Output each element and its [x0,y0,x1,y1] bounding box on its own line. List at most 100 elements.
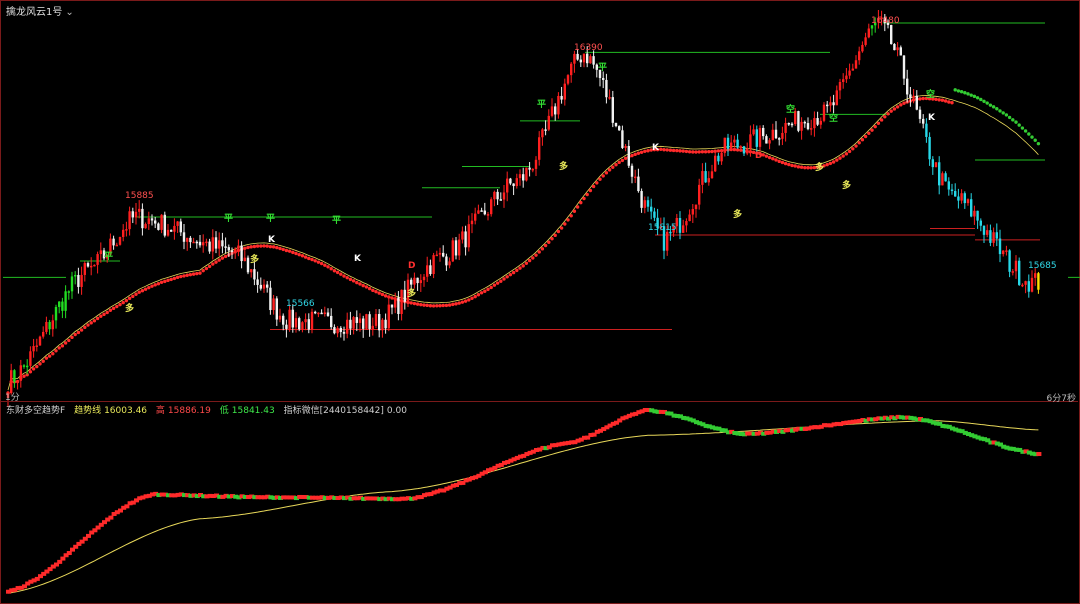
candle-body [691,209,694,215]
trend-dot [662,148,666,152]
trend-dot [515,268,519,273]
candle-body [186,237,189,242]
candle-body [694,204,698,210]
candle-body [525,167,528,181]
candle-body [512,183,515,187]
trend-dot [511,270,516,275]
candle-body [701,171,704,185]
candle-body [1034,273,1037,278]
candle-body [826,104,829,107]
candle-body [806,123,810,130]
trend-dot [831,160,836,164]
trend-dot [47,354,52,358]
wechat-readout: 指标微信[2440158442] 0.00 [284,406,407,416]
trend-dot [595,181,599,185]
trend-dot [918,97,922,101]
trend-dot [287,249,292,253]
trend-dot [249,245,253,249]
trend-dot [556,229,561,234]
high-readout: 高 15886.19 [156,406,211,416]
trend-dot [79,328,84,332]
candle-body [832,102,835,106]
candle-body [454,240,458,256]
candle-body [74,274,77,277]
trend-dot [444,303,449,308]
candle-body [365,314,368,329]
candle-body [774,129,778,139]
trend-dot [780,160,785,165]
trend-dot [31,367,36,371]
candle-body [918,109,922,119]
candle-body [218,240,221,249]
candle-body [752,129,755,135]
candle-body [890,25,893,44]
candle-body [83,263,86,275]
price-chart[interactable]: 158851556616390158151648015685平多平 平K多平KD多… [0,0,1080,604]
trend-dot [159,280,164,285]
trend-dot [358,282,362,286]
indicator-panel-name[interactable]: 东财多空趋势F [6,406,65,416]
trend-dot [591,184,596,189]
candle-body [464,231,467,248]
trend-dot [489,285,493,290]
candle-body [915,95,918,110]
trend-dot [339,272,343,276]
candle-body [682,225,685,233]
candle-body [768,140,771,144]
candle-body [829,102,832,106]
trend-dot [457,301,461,305]
candle-body [579,59,582,63]
candle-body [784,123,787,133]
candle-body [326,312,330,316]
trend-line-readout: 趋势线 16003.46 [74,406,147,416]
signal-marker: 空 [829,112,838,124]
trend-dot [364,285,369,289]
candle-body [842,79,845,83]
trend-dot [319,261,324,266]
trend-dot [185,273,189,277]
trend-dot [329,266,333,271]
candle-body [80,274,83,287]
candle-body [765,136,768,144]
candle-body [902,55,906,79]
trend-dot [767,155,772,160]
candle-body [435,254,438,257]
candle-body [355,317,358,323]
candle-body [477,210,480,214]
candle-body [749,134,752,149]
candle-body [854,60,858,69]
trend-dot [678,149,682,153]
trend-dot [799,165,804,169]
candle-body [573,53,576,64]
trend-dot [1007,115,1012,120]
candle-body [486,214,490,216]
candle-body [582,53,586,63]
trend-dot [316,260,321,264]
candle-body [605,79,608,98]
trend-dot [1011,118,1015,122]
trend-dot [675,148,679,153]
trend-dot [246,245,250,250]
trend-dot [502,277,506,281]
candle-body [538,137,541,160]
period-label: 1分 [5,393,20,403]
candle-body [1021,284,1024,287]
candle-body [86,263,90,267]
trend-dot [476,293,481,297]
candle-body [285,324,288,329]
trend-dot [99,314,103,318]
trend-dot [537,250,541,254]
indicator-step [1036,452,1042,457]
trend-dot [169,277,173,282]
signal-marker: 多 [250,253,259,265]
candle-body [707,178,710,183]
candle-body [390,304,394,308]
candle-body [253,269,256,280]
candle-body [704,171,707,183]
trend-dot [601,174,605,178]
trend-dot [495,281,500,285]
candle-body [387,304,390,329]
trend-dot [73,332,77,337]
candle-body [250,269,253,273]
trend-dot [803,165,807,170]
